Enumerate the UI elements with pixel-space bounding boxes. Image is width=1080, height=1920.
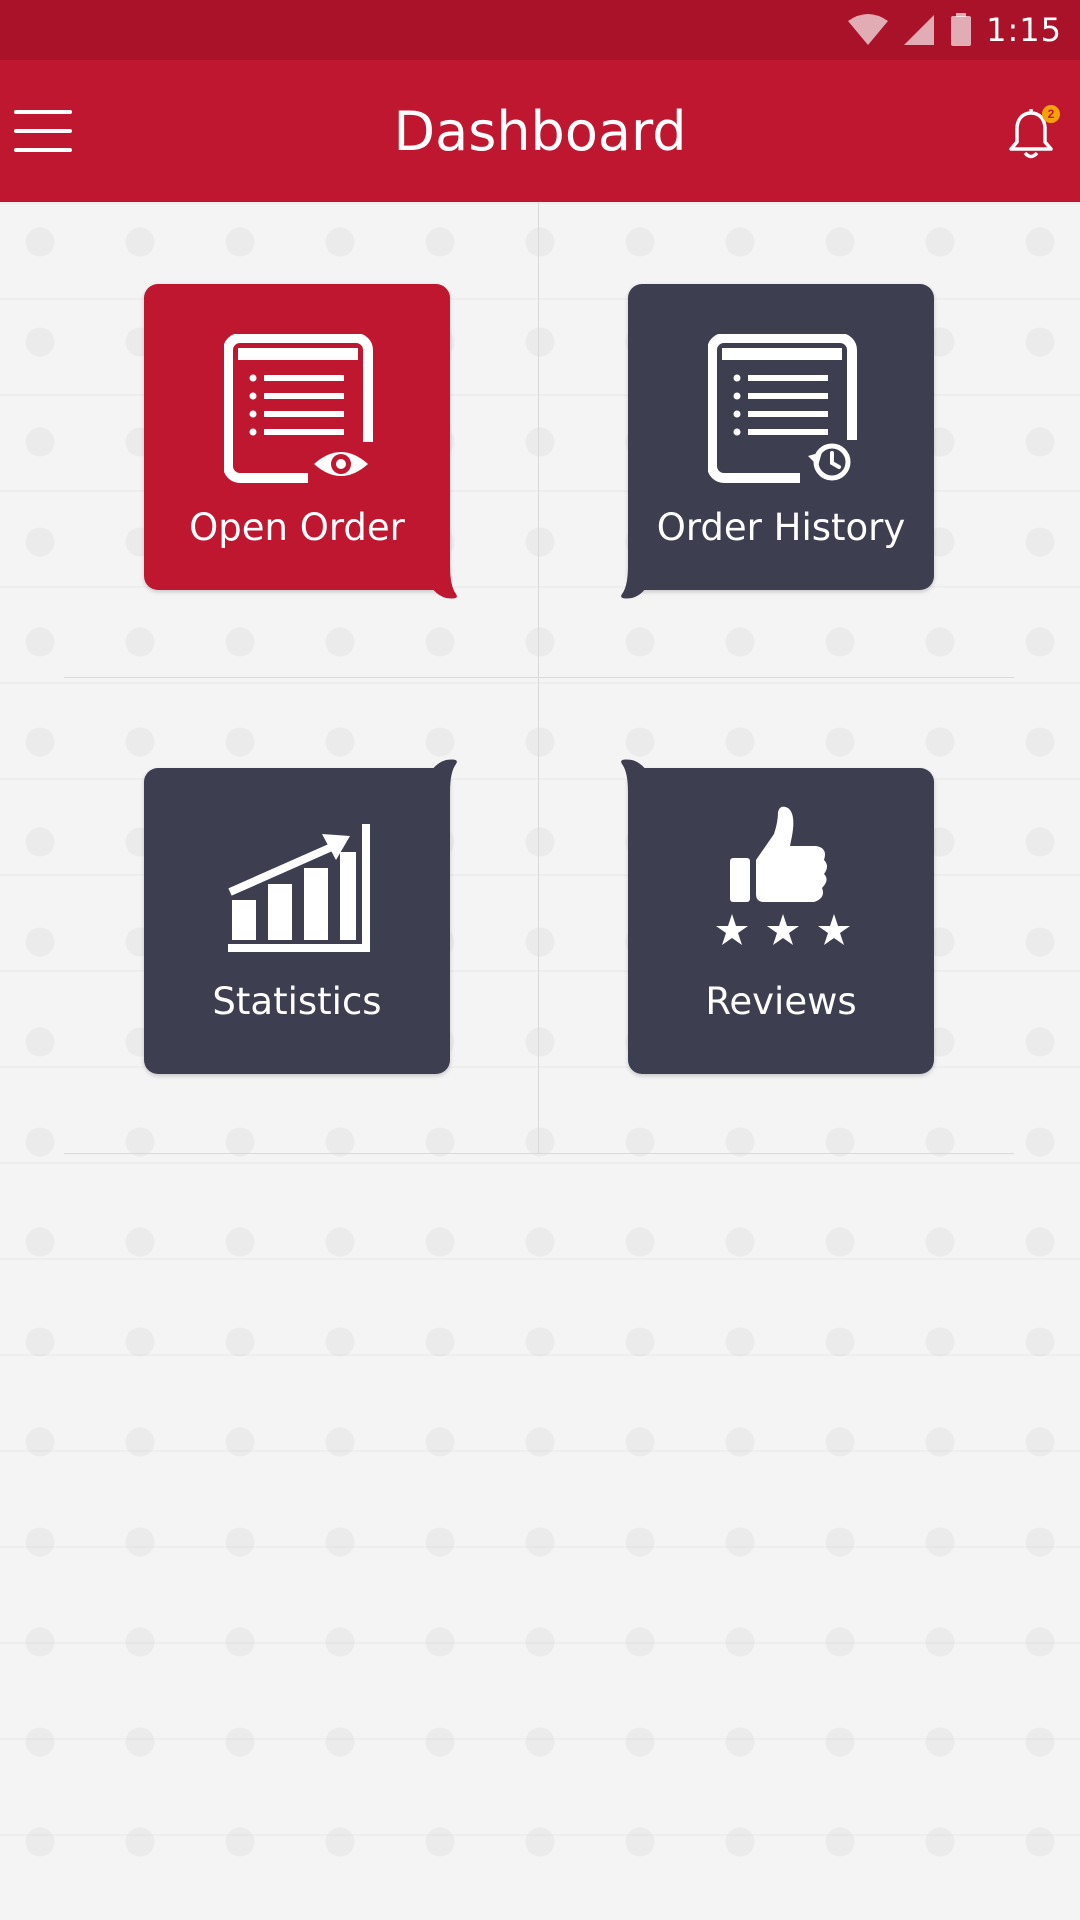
tile-tail-decoration xyxy=(621,566,652,599)
tile-tail-decoration xyxy=(426,566,457,599)
app-bar: Dashboard 2 xyxy=(0,60,1080,202)
status-bar: 1:15 xyxy=(0,0,1080,60)
open-order-tile[interactable]: Open Order xyxy=(144,284,457,599)
cellular-signal-icon xyxy=(904,15,935,45)
notification-badge: 2 xyxy=(1042,105,1060,123)
tile-tail-decoration xyxy=(621,759,652,792)
grid-divider-vertical xyxy=(538,202,539,1154)
wifi-icon xyxy=(848,14,889,45)
document-history-icon xyxy=(708,334,858,484)
open-order-label: Open Order xyxy=(189,506,405,549)
status-time: 1:15 xyxy=(986,11,1062,49)
reviews-label: Reviews xyxy=(705,980,857,1023)
statistics-tile[interactable]: Statistics xyxy=(144,759,457,1074)
notifications-button[interactable]: 2 xyxy=(1002,105,1062,165)
grid-divider-horizontal xyxy=(64,1153,1014,1154)
thumbs-up-stars-icon xyxy=(716,806,850,945)
reviews-tile[interactable]: Reviews xyxy=(621,759,934,1074)
page-title: Dashboard xyxy=(393,99,687,163)
document-eye-icon xyxy=(224,334,374,484)
grid-divider-horizontal xyxy=(64,677,1014,678)
tile-tail-decoration xyxy=(426,759,457,792)
bar-chart-growth-icon xyxy=(228,824,370,952)
order-history-label: Order History xyxy=(656,506,906,549)
order-history-tile[interactable]: Order History xyxy=(621,284,934,599)
dashboard-grid: Open Order Order History Statistics Revi… xyxy=(0,202,1080,1920)
battery-icon xyxy=(951,13,972,46)
statistics-label: Statistics xyxy=(212,980,382,1023)
